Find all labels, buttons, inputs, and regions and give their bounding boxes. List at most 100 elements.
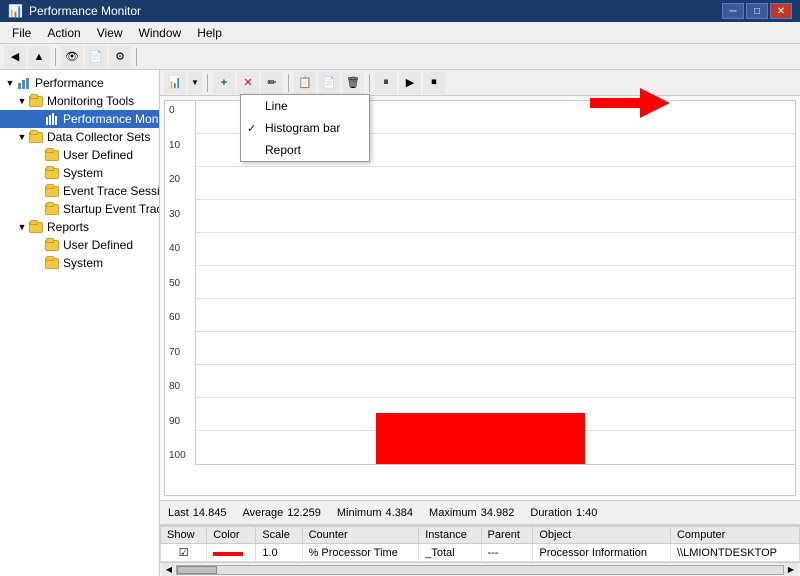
row-counter: % Processor Time (302, 544, 419, 562)
chart-toolbar: 📊 ▼ + ✕ ✏ 📋 📄 🗑 ⏸ ▶ ⏹ Line Histogram bar (160, 70, 800, 96)
ets-icon (44, 183, 60, 199)
col-counter: Counter (302, 527, 419, 544)
expand-sr (32, 257, 44, 269)
right-panel: 📊 ▼ + ✕ ✏ 📋 📄 🗑 ⏸ ▶ ⏹ Line Histogram bar (160, 70, 800, 576)
stop-btn[interactable]: ⏹ (423, 72, 445, 94)
red-arrow-indicator (590, 88, 670, 121)
expand-reports[interactable]: ▼ (16, 221, 28, 233)
sidebar-item-monitoring-tools[interactable]: ▼ Monitoring Tools (0, 92, 159, 110)
reports-icon (28, 219, 44, 235)
sidebar-item-startup-event[interactable]: Startup Event Trace Sess... (0, 200, 159, 218)
y-axis: 100 90 80 70 60 50 40 30 20 10 0 (165, 101, 195, 465)
expand-dcs[interactable]: ▼ (16, 131, 28, 143)
row-instance: _Total (419, 544, 481, 562)
row-scale: 1.0 (256, 544, 302, 562)
properties-button[interactable]: ⚙ (109, 46, 131, 68)
sidebar-item-system-dcs[interactable]: System (0, 164, 159, 182)
histogram-bar-processor (376, 413, 586, 464)
sidebar-item-user-defined-dcs[interactable]: User Defined (0, 146, 159, 164)
sidebar-item-performance-monitor[interactable]: Performance Monitor (0, 110, 159, 128)
sets-label: Startup Event Trace Sess... (63, 202, 159, 216)
scrollbar-track[interactable] (176, 565, 784, 575)
new-button[interactable]: 📄 (85, 46, 107, 68)
main-toolbar: ◀ ▲ 👁 📄 ⚙ (0, 44, 800, 70)
maximum-value: 34.982 (481, 507, 515, 519)
show-hide-button[interactable]: 👁 (61, 46, 83, 68)
chart-view-dropdown[interactable]: ▼ (188, 72, 202, 94)
grid-line-60 (196, 265, 795, 266)
expand-monitoring[interactable]: ▼ (16, 95, 28, 107)
row-parent: --- (481, 544, 533, 562)
stat-last: Last 14.845 (168, 507, 226, 519)
menu-file[interactable]: File (4, 22, 39, 43)
scrollbar-thumb[interactable] (177, 566, 217, 574)
sr-label: System (63, 256, 103, 270)
freeze-btn[interactable]: ⏸ (375, 72, 397, 94)
play-btn[interactable]: ▶ (399, 72, 421, 94)
toolbar-separator-2 (136, 48, 137, 66)
dcs-label: Data Collector Sets (47, 130, 150, 144)
close-button[interactable]: ✕ (770, 3, 792, 19)
horizontal-scrollbar[interactable]: ◀ ▶ (160, 562, 800, 576)
grid-line-80 (196, 199, 795, 200)
dropdown-report[interactable]: Report (241, 139, 369, 161)
duration-label: Duration (530, 507, 572, 519)
histogram-label: Histogram bar (265, 121, 340, 135)
sidebar-scroll[interactable]: ▼ Performance ▼ (0, 70, 159, 576)
col-computer: Computer (670, 527, 799, 544)
stat-duration: Duration 1:40 (530, 507, 597, 519)
average-label: Average (242, 507, 283, 519)
sidebar-item-performance[interactable]: ▼ Performance (0, 74, 159, 92)
expand-performance[interactable]: ▼ (4, 77, 16, 89)
udr-label: User Defined (63, 238, 133, 252)
clear-btn[interactable]: 🗑 (342, 72, 364, 94)
sidebar-item-data-collector-sets[interactable]: ▼ Data Collector Sets (0, 128, 159, 146)
row-show[interactable]: ☑ (161, 544, 207, 562)
app-icon: 📊 (8, 4, 23, 18)
maximum-label: Maximum (429, 507, 477, 519)
chart-sep-1 (207, 74, 208, 92)
expand-sets (32, 203, 44, 215)
minimize-button[interactable]: ─ (722, 3, 744, 19)
copy-btn[interactable]: 📋 (294, 72, 316, 94)
menu-view[interactable]: View (89, 22, 131, 43)
scroll-right-btn[interactable]: ▶ (784, 563, 798, 576)
scroll-left-btn[interactable]: ◀ (162, 563, 176, 576)
chart-type-dropdown: Line Histogram bar Report (240, 94, 370, 162)
menu-help[interactable]: Help (189, 22, 230, 43)
sidebar-item-user-defined-rep[interactable]: User Defined (0, 236, 159, 254)
performance-icon (16, 75, 32, 91)
delete-counter-btn[interactable]: ✕ (237, 72, 259, 94)
maximize-button[interactable]: □ (746, 3, 768, 19)
line-label: Line (265, 99, 288, 113)
paste-btn[interactable]: 📄 (318, 72, 340, 94)
sets-icon (44, 201, 60, 217)
dropdown-line[interactable]: Line (241, 95, 369, 117)
add-counter-btn[interactable]: + (213, 72, 235, 94)
up-button[interactable]: ▲ (28, 46, 50, 68)
tree-root: ▼ Performance ▼ (0, 70, 159, 276)
grid-line-90 (196, 166, 795, 167)
ud-dcs-label: User Defined (63, 148, 133, 162)
performance-label: Performance (35, 76, 104, 90)
stat-average: Average 12.259 (242, 507, 320, 519)
col-color: Color (207, 527, 256, 544)
sidebar-item-event-trace[interactable]: Event Trace Sessions (0, 182, 159, 200)
dropdown-histogram[interactable]: Histogram bar (241, 117, 369, 139)
monitoring-tools-icon (28, 93, 44, 109)
menu-action[interactable]: Action (39, 22, 88, 43)
sidebar-item-system-rep[interactable]: System (0, 254, 159, 272)
reports-label: Reports (47, 220, 89, 234)
row-computer: \\LMIONTDESKTOP (670, 544, 799, 562)
menu-window[interactable]: Window (131, 22, 190, 43)
sidebar-item-reports[interactable]: ▼ Reports (0, 218, 159, 236)
back-button[interactable]: ◀ (4, 46, 26, 68)
perf-monitor-icon (44, 111, 60, 127)
chart-view-btn[interactable]: 📊 (164, 72, 186, 94)
chart-sep-2 (288, 74, 289, 92)
grid-line-50 (196, 298, 795, 299)
sys-dcs-icon (44, 165, 60, 181)
data-table: Show Color Scale Counter Instance Parent… (160, 524, 800, 562)
table-row[interactable]: ☑ 1.0 % Processor Time _Total --- Proces… (161, 544, 800, 562)
highlight-btn[interactable]: ✏ (261, 72, 283, 94)
